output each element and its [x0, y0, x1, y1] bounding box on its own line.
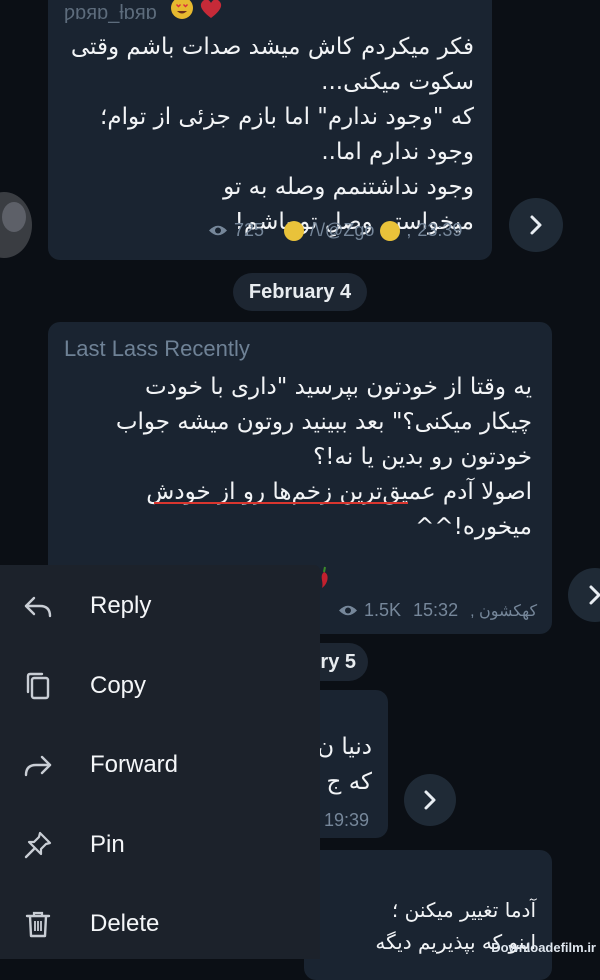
views-count: 1.5K — [364, 600, 402, 620]
text-underline — [154, 502, 408, 504]
context-menu: Reply Copy Forward Pin Delete — [0, 565, 320, 959]
menu-item-label: Reply — [90, 592, 152, 619]
forward-message-button[interactable] — [404, 774, 456, 826]
copy-icon — [26, 672, 50, 700]
reply-icon — [24, 596, 52, 618]
forward-message-button[interactable] — [509, 198, 563, 252]
forward-message-button[interactable] — [568, 568, 600, 622]
chevron-right-icon — [424, 790, 436, 810]
message-bubble[interactable]: ƿɒяɒ_ƚɒяɒ فکر میکردم کاش میشد صدات باشم … — [48, 0, 492, 260]
message-author[interactable]: ƿɒяɒ_ƚɒяɒ — [64, 2, 157, 25]
heart-icon — [198, 0, 224, 20]
menu-item-label: Forward — [90, 751, 179, 778]
message-time: 15:32 — [413, 600, 459, 620]
avatar[interactable] — [0, 192, 32, 258]
menu-item-pin[interactable]: Pin — [0, 810, 320, 880]
pin-icon — [24, 831, 52, 859]
chevron-right-icon — [530, 215, 542, 235]
message-time: 19:39 — [324, 810, 370, 830]
forward-icon — [24, 755, 52, 777]
menu-item-label: Delete — [90, 910, 160, 937]
delete-icon — [25, 911, 51, 938]
menu-item-copy[interactable]: Copy — [0, 651, 320, 721]
message-bubble[interactable]: آدما تغییر میکنن ؛ اینو که بپذیریم دیگه — [304, 850, 552, 980]
menu-item-delete[interactable]: Delete — [0, 889, 320, 959]
date-separator: February 4 — [233, 273, 367, 311]
views-count: 725 — [234, 220, 265, 240]
heart-eyes-emoji-icon — [170, 0, 194, 20]
wink-emoji-icon — [284, 220, 305, 241]
message-text: فکر میکردم کاش میشد صدات باشم وقتی سکوت … — [70, 34, 474, 235]
message-signature: /\/@Zgo — [310, 220, 375, 240]
message-meta: 1.5K 15:32 کهکشون , — [338, 600, 537, 621]
menu-item-label: Pin — [90, 831, 125, 858]
menu-item-forward[interactable]: Forward — [0, 730, 320, 800]
message-text: یه وقتا از خودتون بپرسید "داری با خودت چ… — [115, 374, 532, 540]
message-author[interactable]: Last Lass Recently — [64, 336, 250, 362]
message-meta: 725 /\/@Zgo , 23:39 — [208, 220, 462, 241]
views-icon — [339, 605, 357, 616]
smile-emoji-icon — [380, 220, 401, 241]
watermark: Downloadefilm.ir — [491, 940, 596, 955]
message-time: 23:39 — [417, 220, 463, 240]
chevron-right-icon — [589, 585, 600, 605]
message-signature: کهکشون , — [470, 602, 538, 620]
menu-item-label: Copy — [90, 672, 147, 699]
views-icon — [209, 225, 227, 236]
menu-item-reply[interactable]: Reply — [0, 571, 320, 641]
